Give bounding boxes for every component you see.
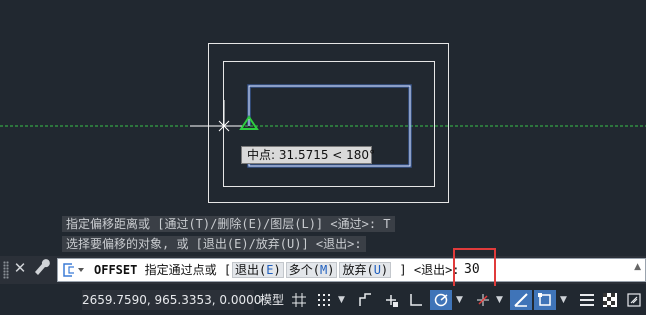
command-history-line-2: 选择要偏移的对象, 或 [退出(E)/放弃(U)] <退出>: bbox=[62, 236, 366, 252]
command-name: OFFSET bbox=[94, 263, 138, 277]
option-undo[interactable]: 放弃(U) bbox=[339, 262, 392, 278]
osnap-icon[interactable] bbox=[534, 290, 556, 310]
snap-icon[interactable] bbox=[314, 290, 334, 310]
crosshair-cursor bbox=[190, 100, 244, 132]
lineweight-icon[interactable] bbox=[510, 290, 532, 310]
option-exit[interactable]: 退出(E) bbox=[232, 262, 284, 278]
transparency-icon[interactable] bbox=[600, 290, 620, 310]
command-prompt: OFFSET 指定通过点或 [退出(E) 多个(M) 放弃(U) ] <退出>: bbox=[94, 259, 460, 281]
selection-cycling-icon[interactable] bbox=[624, 290, 644, 310]
command-prompt-text: 指定通过点或 [ bbox=[144, 263, 232, 277]
command-suffix: ] <退出>: bbox=[399, 263, 460, 277]
option-multiple[interactable]: 多个(M) bbox=[285, 262, 338, 278]
command-history-line-1: 指定偏移距离或 [通过(T)/删除(E)/图层(L)] <通过>: T bbox=[62, 216, 395, 232]
wrench-icon[interactable] bbox=[34, 258, 52, 280]
drawing-canvas[interactable]: 中点: 31.5715 < 180° bbox=[0, 0, 646, 220]
osnap-dropdown-icon[interactable]: ▼ bbox=[560, 290, 567, 310]
dynamic-input-icon[interactable] bbox=[380, 290, 402, 310]
osnap-tracking-icon[interactable] bbox=[472, 290, 494, 310]
close-icon[interactable]: ✕ bbox=[12, 259, 28, 277]
drag-handle[interactable] bbox=[3, 261, 9, 279]
input-highlight-box bbox=[453, 248, 496, 290]
history-expand-icon[interactable]: ▲ bbox=[634, 262, 641, 272]
polar-icon[interactable] bbox=[430, 290, 452, 310]
grid-icon[interactable] bbox=[288, 290, 310, 310]
snap-tooltip: 中点: 31.5715 < 180° bbox=[241, 146, 375, 164]
command-line: ✕ OFFSET 指定通过点或 [退出(E) 多个(M) 放弃(U) ] <退出>:… bbox=[0, 256, 646, 284]
offset-command-icon[interactable] bbox=[62, 262, 88, 278]
osnap-tracking-dropdown-icon[interactable]: ▼ bbox=[496, 290, 503, 310]
infer-constraints-icon[interactable] bbox=[354, 290, 376, 310]
properties-icon[interactable] bbox=[576, 290, 598, 310]
coordinates-display[interactable]: 2659.7590, 965.3353, 0.0000 bbox=[82, 290, 261, 310]
snap-dropdown-icon[interactable]: ▼ bbox=[338, 290, 345, 310]
ortho-icon[interactable] bbox=[406, 290, 426, 310]
model-space-button[interactable]: 模型 bbox=[258, 290, 286, 310]
command-input[interactable]: OFFSET 指定通过点或 [退出(E) 多个(M) 放弃(U) ] <退出>: 3… bbox=[57, 258, 646, 282]
polar-dropdown-icon[interactable]: ▼ bbox=[456, 290, 463, 310]
